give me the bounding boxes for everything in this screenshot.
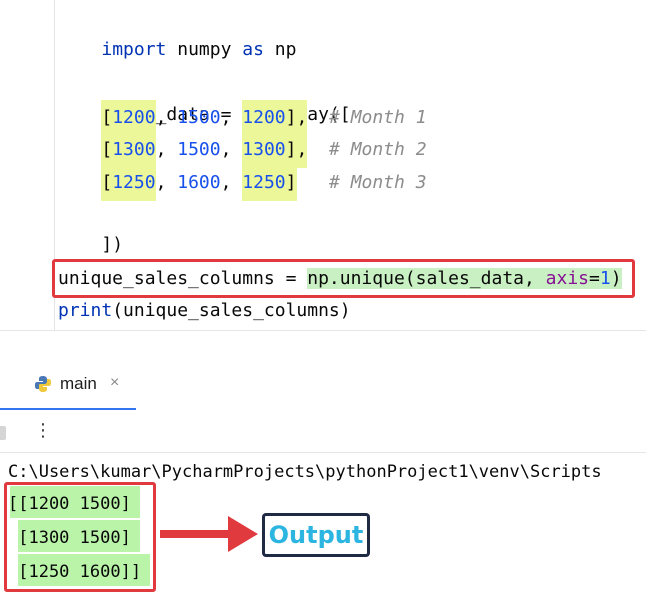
print-function: print [58, 300, 113, 321]
comment-month-1: # Month 1 [329, 107, 427, 128]
module-alias: np [263, 39, 297, 60]
python-icon [34, 375, 52, 393]
highlight-col3-row2: 1300], [242, 132, 308, 168]
value-b-row1: 1500 [177, 107, 221, 128]
tab-main-label: main [60, 374, 97, 393]
output-red-box [4, 482, 156, 592]
comment-month-2: # Month 2 [329, 139, 427, 160]
code-editor[interactable]: import numpy as np sales_data = np.array… [0, 0, 646, 330]
comment-month-3: # Month 3 [329, 172, 427, 193]
stop-icon[interactable] [0, 426, 6, 440]
print-args: (unique_sales_columns) [112, 300, 351, 321]
tab-main[interactable]: main × [0, 360, 136, 410]
module-name: numpy [166, 39, 243, 60]
arrow-right-icon [228, 516, 258, 552]
keyword-as: as [242, 39, 264, 60]
value-b-row3: 1600 [177, 172, 221, 193]
value-b-row2: 1500 [177, 139, 221, 160]
more-options-icon[interactable]: ⋮ [34, 420, 52, 441]
arrow-shaft [160, 530, 232, 538]
close-bracket: ]) [101, 234, 124, 255]
code-line-row-3: [1250, 1600, 1250] # Month 3 [58, 165, 427, 201]
run-tab-bar: main × [0, 360, 646, 412]
code-line-print: print(unique_sales_columns) [58, 295, 351, 327]
highlight-col3-row3: 1250] [242, 165, 297, 201]
editor-bottom-divider [0, 330, 646, 331]
code-line-close: ]) [58, 197, 123, 255]
run-toolbar: ⋮ [0, 416, 646, 450]
close-icon[interactable]: × [110, 374, 119, 392]
code-line-row-2: [1300, 1500, 1300], # Month 2 [58, 132, 427, 168]
unique-line-red-box [52, 259, 635, 298]
code-line-row-1: [1200, 1500, 1200], # Month 1 [58, 100, 427, 136]
code-line-array: sales_data = np.array([ [58, 67, 350, 125]
highlight-col1-row1: [1200 [101, 100, 156, 136]
toolbar-divider [0, 452, 646, 453]
highlight-col3-row1: 1200], [242, 100, 308, 136]
highlight-col1-row3: [1250 [101, 165, 156, 201]
highlight-col1-row2: [1300 [101, 132, 156, 168]
output-label-badge: Output [262, 513, 370, 557]
code-line-import: import numpy as np [58, 2, 296, 60]
keyword-import: import [101, 39, 167, 60]
